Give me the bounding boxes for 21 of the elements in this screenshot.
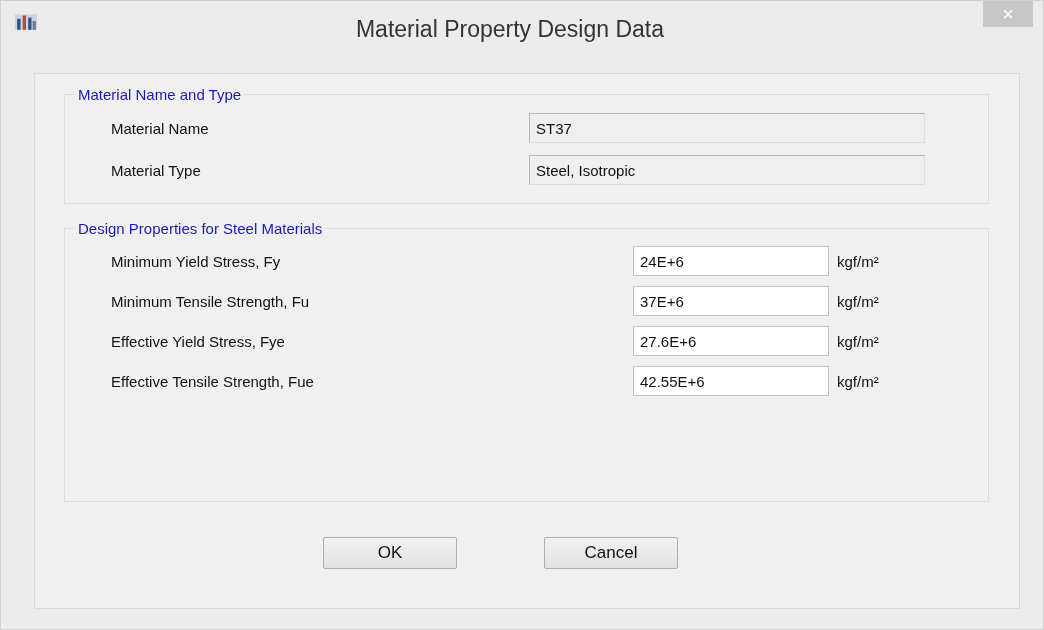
unit-label: kgf/m² [837, 372, 879, 390]
input-field[interactable]: 24E+6 [633, 246, 829, 276]
unit-label: kgf/m² [837, 252, 879, 270]
field-label: Effective Yield Stress, Fye [111, 332, 286, 350]
input-field[interactable]: 37E+6 [633, 286, 829, 316]
group-title: Design Properties for Steel Materials [77, 220, 324, 237]
field-label: Minimum Yield Stress, Fy [111, 252, 282, 270]
unit-label: kgf/m² [837, 292, 879, 310]
input-field[interactable]: 42.55E+6 [633, 366, 829, 396]
field-label: Material Name [111, 119, 210, 137]
input-field[interactable]: ST37 [529, 113, 925, 143]
field-label: Material Type [111, 161, 202, 179]
field-label: Effective Tensile Strength, Fue [111, 372, 315, 390]
cancel-button[interactable]: Cancel [544, 537, 678, 569]
input-field[interactable]: Steel, Isotropic [529, 155, 925, 185]
window-title: Material Property Design Data [355, 15, 665, 43]
unit-label: kgf/m² [837, 332, 879, 350]
ok-button[interactable]: OK [323, 537, 457, 569]
field-label: Minimum Tensile Strength, Fu [111, 292, 311, 310]
group-title: Material Name and Type [77, 86, 243, 103]
input-field[interactable]: 27.6E+6 [633, 326, 829, 356]
